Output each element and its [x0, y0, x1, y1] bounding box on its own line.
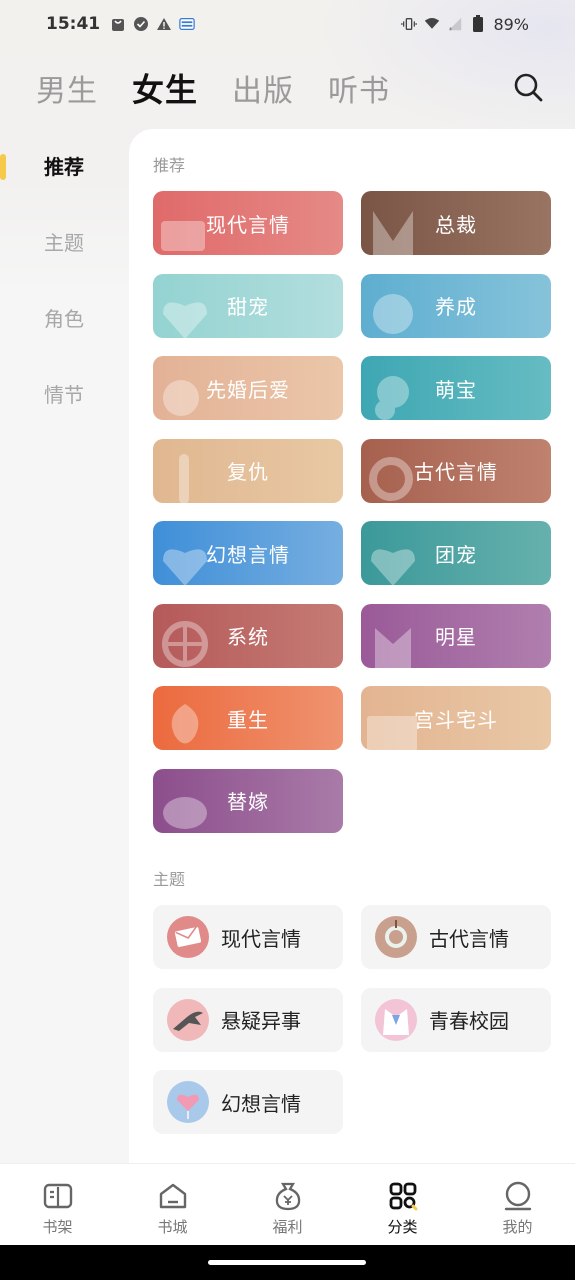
section-title-recommend: 推荐: [153, 156, 186, 175]
category-card-label: 现代言情: [206, 212, 290, 237]
theme-card-label: 现代言情: [221, 926, 301, 951]
theme-card[interactable]: 悬疑异事: [153, 987, 343, 1052]
theme-card[interactable]: 幻想言情: [153, 1070, 343, 1134]
sidebar-item-plot[interactable]: 情节: [0, 375, 128, 415]
category-card[interactable]: 明星: [361, 603, 551, 668]
category-card-label: 系统: [227, 625, 269, 649]
tab-publish[interactable]: 出版: [232, 66, 294, 110]
category-card-label: 复仇: [227, 460, 269, 484]
signal-icon: [447, 16, 463, 32]
sidebar-item-recommend[interactable]: 推荐: [0, 147, 128, 187]
envelope-icon: [167, 916, 209, 958]
theme-card-label: 古代言情: [429, 926, 509, 951]
card-illustration-icon: [375, 376, 409, 420]
nav-bookshelf[interactable]: 书架: [0, 1164, 115, 1245]
nav-label: 分类: [387, 1218, 418, 1236]
category-card-label: 幻想言情: [206, 542, 290, 567]
tab-male[interactable]: 男生: [36, 66, 98, 110]
sidebar-item-theme[interactable]: 主题: [0, 223, 128, 263]
category-card[interactable]: 萌宝: [361, 356, 551, 420]
category-card[interactable]: 团宠: [361, 521, 551, 585]
category-card-label: 明星: [435, 625, 477, 649]
card-illustration-icon: [163, 301, 207, 338]
theme-card-label: 幻想言情: [221, 1091, 301, 1116]
top-tabs: 男生 女生 出版 听书: [0, 58, 575, 118]
card-illustration-icon: [179, 453, 189, 503]
section-title-theme: 主题: [153, 870, 186, 889]
theme-card[interactable]: 青春校园: [361, 987, 551, 1052]
nav-category[interactable]: 分类: [345, 1164, 460, 1245]
home-indicator[interactable]: [208, 1260, 366, 1265]
nav-bookstore[interactable]: 书城: [115, 1164, 230, 1245]
category-card[interactable]: 甜宠: [153, 273, 343, 338]
theme-card[interactable]: 现代言情: [153, 905, 343, 969]
nav-label: 福利: [272, 1218, 303, 1236]
warning-icon: [156, 16, 172, 32]
card-illustration-icon: [162, 620, 208, 667]
system-nav-bar: [0, 1245, 575, 1280]
profile-icon: [504, 1181, 531, 1211]
category-grid-icon: [389, 1182, 417, 1211]
card-illustration-icon: [171, 704, 199, 744]
jade-ring-icon: [375, 916, 417, 958]
sidebar: 推荐 主题 角色 情节: [0, 128, 128, 1162]
crow-icon: [167, 998, 209, 1041]
category-card[interactable]: 幻想言情: [153, 521, 343, 585]
sidebar-item-role[interactable]: 角色: [0, 299, 128, 339]
category-card-label: 萌宝: [435, 377, 477, 402]
card-illustration-icon: [371, 549, 415, 585]
theme-card-label: 悬疑异事: [221, 1009, 301, 1033]
check-circle-icon: [133, 16, 149, 32]
news-icon: [179, 16, 195, 32]
category-card-label: 宫斗宅斗: [414, 707, 498, 732]
wifi-icon: [424, 16, 440, 32]
category-card[interactable]: 复仇: [153, 438, 343, 503]
shopping-bag-icon: [110, 16, 126, 32]
category-panel: 推荐 现代言情 总裁 甜宠 养成 先婚后爱 萌宝 复仇 古代言情 幻想言情 团宠 系统 明星 重生 宫斗宅…: [129, 129, 575, 1163]
nav-label: 我的: [502, 1218, 533, 1236]
category-card[interactable]: 宫斗宅斗: [361, 686, 551, 750]
card-illustration-icon: [163, 796, 207, 829]
theme-card-label: 青春校园: [429, 1009, 509, 1033]
nav-welfare[interactable]: 福利: [230, 1164, 345, 1245]
status-bar: 15:41 89%: [0, 0, 575, 48]
category-card-label: 甜宠: [227, 295, 269, 319]
category-card-label: 重生: [227, 707, 269, 732]
category-card[interactable]: 现代言情: [153, 191, 343, 255]
category-card-label: 团宠: [435, 542, 477, 567]
card-illustration-icon: [375, 627, 411, 668]
category-card[interactable]: 替嫁: [153, 768, 343, 833]
category-card[interactable]: 重生: [153, 686, 343, 750]
nav-mine[interactable]: 我的: [460, 1164, 575, 1245]
card-illustration-icon: [373, 293, 413, 334]
category-card-label: 养成: [435, 295, 477, 319]
battery-icon: [470, 15, 486, 32]
vibrate-icon: [401, 16, 418, 32]
category-card[interactable]: 先婚后爱: [153, 356, 343, 420]
category-card-label: 先婚后爱: [206, 377, 290, 402]
category-card-label: 替嫁: [227, 790, 269, 814]
nav-label: 书架: [42, 1218, 73, 1236]
category-card-label: 古代言情: [414, 460, 498, 484]
category-card[interactable]: 养成: [361, 273, 551, 338]
heart-balloon-icon: [167, 1081, 209, 1123]
search-icon[interactable]: [511, 70, 545, 104]
card-illustration-icon: [373, 211, 413, 255]
bookstore-icon: [159, 1183, 186, 1209]
tab-audiobook[interactable]: 听书: [328, 66, 390, 110]
category-card[interactable]: 系统: [153, 603, 343, 668]
battery-percent: 89%: [493, 14, 529, 34]
status-time: 15:41: [46, 14, 101, 34]
money-bag-icon: [275, 1182, 300, 1211]
category-card[interactable]: 总裁: [361, 191, 551, 255]
theme-card[interactable]: 古代言情: [361, 905, 551, 969]
bottom-nav: 书架 书城 福利 分类 我的: [0, 1163, 575, 1245]
school-uniform-icon: [375, 998, 417, 1041]
tab-female[interactable]: 女生: [132, 65, 198, 111]
category-card[interactable]: 古代言情: [361, 438, 551, 503]
category-card-label: 总裁: [435, 212, 477, 237]
nav-label: 书城: [157, 1218, 188, 1236]
bookshelf-icon: [43, 1183, 72, 1209]
